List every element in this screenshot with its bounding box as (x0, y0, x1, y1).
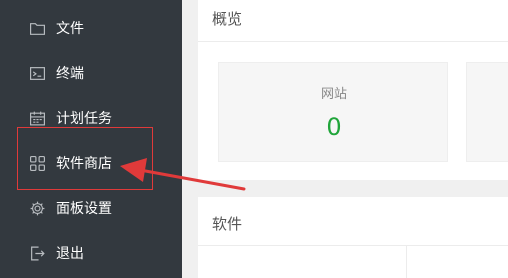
sidebar-item-logout[interactable]: 退出 (0, 231, 182, 275)
main-content: 概览 网站 0 软件 (182, 0, 508, 278)
gear-icon (29, 200, 46, 217)
folder-icon (29, 20, 46, 37)
sidebar-item-label: 文件 (56, 21, 84, 37)
sidebar-item-label: 终端 (56, 66, 84, 82)
column-divider (406, 245, 407, 278)
annotation-highlight-box (17, 127, 153, 190)
sidebar-item-terminal[interactable]: 终端 (0, 51, 182, 95)
stat-label: 网站 (320, 87, 347, 102)
terminal-icon (29, 65, 46, 82)
logout-icon (29, 245, 46, 262)
stat-value[interactable]: 0 (219, 113, 449, 141)
divider (198, 41, 508, 42)
calendar-icon (29, 110, 46, 127)
software-title: 软件 (212, 215, 243, 233)
stat-card-sites[interactable]: 网站 0 (218, 62, 448, 162)
divider (198, 245, 508, 246)
sidebar-item-label: 计划任务 (56, 111, 112, 127)
sidebar-item-label: 退出 (56, 246, 84, 262)
sidebar-item-files[interactable]: 文件 (0, 6, 182, 50)
overview-title: 概览 (212, 10, 243, 28)
sidebar-item-panel-settings[interactable]: 面板设置 (0, 186, 182, 230)
software-panel: 软件 (198, 197, 508, 278)
stat-card-partial[interactable] (466, 62, 508, 162)
sidebar-item-label: 面板设置 (56, 201, 112, 217)
overview-panel: 概览 网站 0 (198, 0, 508, 180)
